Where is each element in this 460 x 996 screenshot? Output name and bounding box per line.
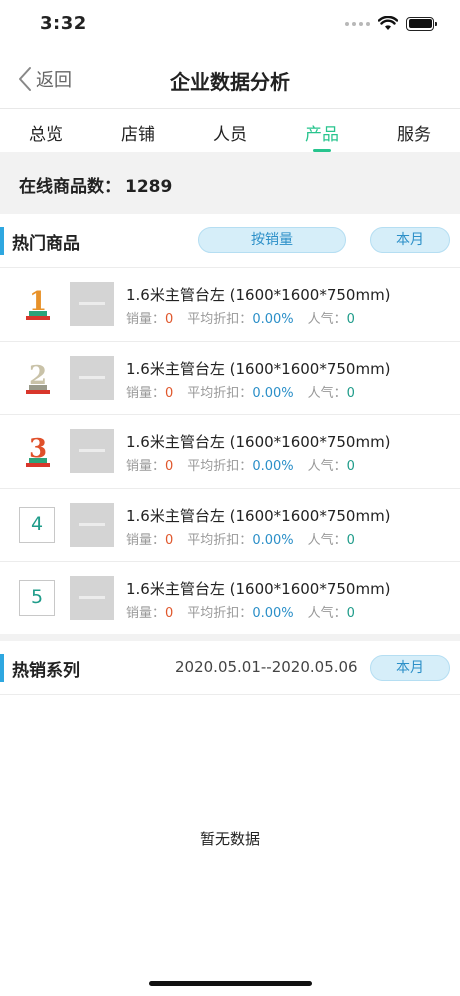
product-name: 1.6米主管台左 (1600*1600*750mm) <box>126 286 391 304</box>
hot-series-header: 热销系列 2020.05.01--2020.05.06 本月 <box>0 641 460 695</box>
discount-value: 0.00% <box>252 606 294 621</box>
popularity-label: 人气： <box>307 532 347 548</box>
sales-value: 0 <box>165 459 174 474</box>
signal-icon <box>345 21 370 26</box>
sales-label: 销量： <box>126 606 166 621</box>
popularity-value: 0 <box>346 459 355 474</box>
popularity-label: 人气： <box>307 459 347 474</box>
popularity-value: 0 <box>346 606 355 621</box>
discount-value: 0.00% <box>252 459 294 474</box>
home-indicator <box>149 981 312 986</box>
svg-text:2: 2 <box>29 361 47 391</box>
product-row[interactable]: 3 1.6米主管台左 (1600*1600*750mm) 销量：0 平均折扣：0.… <box>0 415 460 489</box>
sales-label: 销量： <box>126 385 166 401</box>
nav-bar: 返回 企业数据分析 <box>0 56 460 106</box>
popularity-value: 0 <box>346 532 355 548</box>
discount-value: 0.00% <box>252 532 294 548</box>
online-count-bar: 在线商品数： 1289 <box>0 152 460 214</box>
date-range: 2020.05.01--2020.05.06 <box>175 658 358 676</box>
product-name: 1.6米主管台左 (1600*1600*750mm) <box>126 359 391 378</box>
online-count: 在线商品数： 1289 <box>19 172 172 197</box>
popularity-value: 0 <box>346 312 355 327</box>
product-row[interactable]: 1 1.6米主管台左 (1600*1600*750mm) 销量：0 平均折扣：0.… <box>0 268 460 342</box>
section-accent <box>0 227 4 255</box>
discount-value: 0.00% <box>252 312 294 327</box>
tab-products[interactable]: 产品 <box>276 109 368 152</box>
battery-icon <box>406 16 437 31</box>
online-count-value: 1289 <box>125 177 173 197</box>
svg-text:3: 3 <box>29 434 47 464</box>
hot-products-list: 1 1.6米主管台左 (1600*1600*750mm) 销量：0 平均折扣：0.… <box>0 268 460 636</box>
discount-value: 0.00% <box>252 385 294 401</box>
section-accent <box>0 654 4 682</box>
period-select-button[interactable]: 本月 <box>370 227 450 253</box>
series-period-select-button[interactable]: 本月 <box>370 655 450 681</box>
product-meta: 销量：0 平均折扣：0.00% 人气：0 <box>126 382 355 401</box>
product-thumbnail <box>70 576 114 620</box>
hot-products-title: 热门商品 <box>12 234 80 254</box>
sales-value: 0 <box>165 606 174 621</box>
product-name: 1.6米主管台左 (1600*1600*750mm) <box>126 433 391 451</box>
rank-badge: 5 <box>19 580 55 616</box>
online-count-label: 在线商品数： <box>19 177 121 197</box>
sales-value: 0 <box>165 532 174 548</box>
product-thumbnail <box>70 282 114 326</box>
status-bar: 3:32 <box>0 0 460 48</box>
product-name: 1.6米主管台左 (1600*1600*750mm) <box>126 580 391 598</box>
product-row[interactable]: 2 1.6米主管台左 (1600*1600*750mm) 销量：0 平均折扣：0.… <box>0 342 460 415</box>
hot-series-title: 热销系列 <box>12 661 80 681</box>
discount-label: 平均折扣： <box>187 385 253 401</box>
popularity-label: 人气： <box>307 385 347 401</box>
sales-label: 销量： <box>126 532 166 548</box>
discount-label: 平均折扣： <box>187 606 253 621</box>
popularity-label: 人气： <box>307 312 347 327</box>
product-thumbnail <box>70 502 114 547</box>
product-thumbnail <box>70 429 114 473</box>
product-meta: 销量：0 平均折扣：0.00% 人气：0 <box>126 308 355 327</box>
rank-3-trophy-icon: 3 <box>20 431 56 471</box>
sales-label: 销量： <box>126 459 166 474</box>
discount-label: 平均折扣： <box>187 532 253 548</box>
page-title: 企业数据分析 <box>170 70 290 94</box>
product-row[interactable]: 4 1.6米主管台左 (1600*1600*750mm) 销量：0 平均折扣：0.… <box>0 489 460 562</box>
status-time: 3:32 <box>40 13 87 34</box>
svg-text:1: 1 <box>29 287 47 317</box>
discount-label: 平均折扣： <box>187 312 253 327</box>
sales-label: 销量： <box>126 312 166 327</box>
empty-state-text: 暂无数据 <box>199 830 260 848</box>
rank-2-trophy-icon: 2 <box>20 358 56 398</box>
wifi-icon <box>378 16 398 30</box>
product-meta: 销量：0 平均折扣：0.00% 人气：0 <box>126 602 355 621</box>
product-thumbnail <box>70 355 114 400</box>
sales-value: 0 <box>165 385 174 401</box>
product-row[interactable]: 5 1.6米主管台左 (1600*1600*750mm) 销量：0 平均折扣：0.… <box>0 562 460 636</box>
rank-badge: 4 <box>19 506 55 543</box>
sales-value: 0 <box>165 312 174 327</box>
product-meta: 销量：0 平均折扣：0.00% 人气：0 <box>126 529 355 548</box>
popularity-label: 人气： <box>307 606 347 621</box>
tab-overview[interactable]: 总览 <box>0 109 92 152</box>
sort-by-sales-button[interactable]: 按销量 <box>198 227 346 253</box>
tab-services[interactable]: 服务 <box>368 109 460 152</box>
hot-products-header: 热门商品 按销量 本月 <box>0 214 460 268</box>
popularity-value: 0 <box>346 385 355 401</box>
section-divider <box>0 634 460 641</box>
status-icons <box>345 16 437 31</box>
product-name: 1.6米主管台左 (1600*1600*750mm) <box>126 506 391 525</box>
tab-staff[interactable]: 人员 <box>184 109 276 152</box>
product-meta: 销量：0 平均折扣：0.00% 人气：0 <box>126 455 355 474</box>
tab-stores[interactable]: 店铺 <box>92 109 184 152</box>
tab-bar: 总览 店铺 人员 产品 服务 <box>0 108 460 152</box>
rank-1-trophy-icon: 1 <box>20 284 56 324</box>
discount-label: 平均折扣： <box>187 459 253 474</box>
